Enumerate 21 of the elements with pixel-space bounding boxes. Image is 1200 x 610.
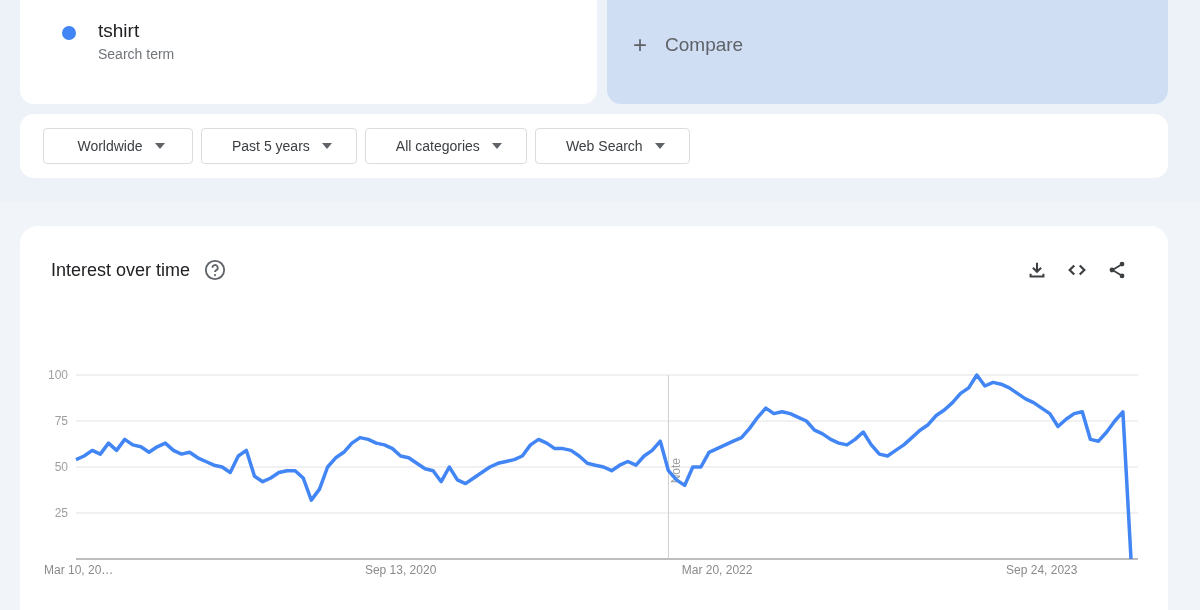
x-axis-label: Mar 10, 20… — [44, 563, 114, 577]
card-title: Interest over time — [51, 259, 191, 281]
search-term-caption: Search term — [98, 46, 175, 62]
filter-dropdown[interactable]: Web Search — [534, 128, 690, 164]
help-icon[interactable] — [204, 259, 227, 281]
caret-icon — [491, 143, 502, 149]
caret-icon — [154, 143, 165, 149]
compare-button[interactable]: + Compare — [607, 0, 1168, 104]
y-axis-label: 100 — [47, 368, 68, 382]
caret-icon — [321, 143, 332, 149]
y-axis-label: 25 — [54, 506, 68, 520]
x-axis-label: Sep 13, 2020 — [364, 563, 437, 577]
search-term: tshirt — [98, 20, 141, 42]
x-axis-label: Mar 20, 2022 — [681, 563, 753, 577]
y-axis-label: 50 — [54, 460, 68, 474]
caret-icon — [654, 143, 665, 149]
filter-dropdown[interactable]: Worldwide — [43, 128, 193, 164]
filter-dropdown[interactable]: Past 5 years — [201, 128, 357, 164]
x-axis-label: Sep 24, 2023 — [1006, 563, 1078, 577]
y-axis-label: 75 — [54, 414, 68, 428]
filter-dropdown[interactable]: All categories — [364, 128, 527, 164]
